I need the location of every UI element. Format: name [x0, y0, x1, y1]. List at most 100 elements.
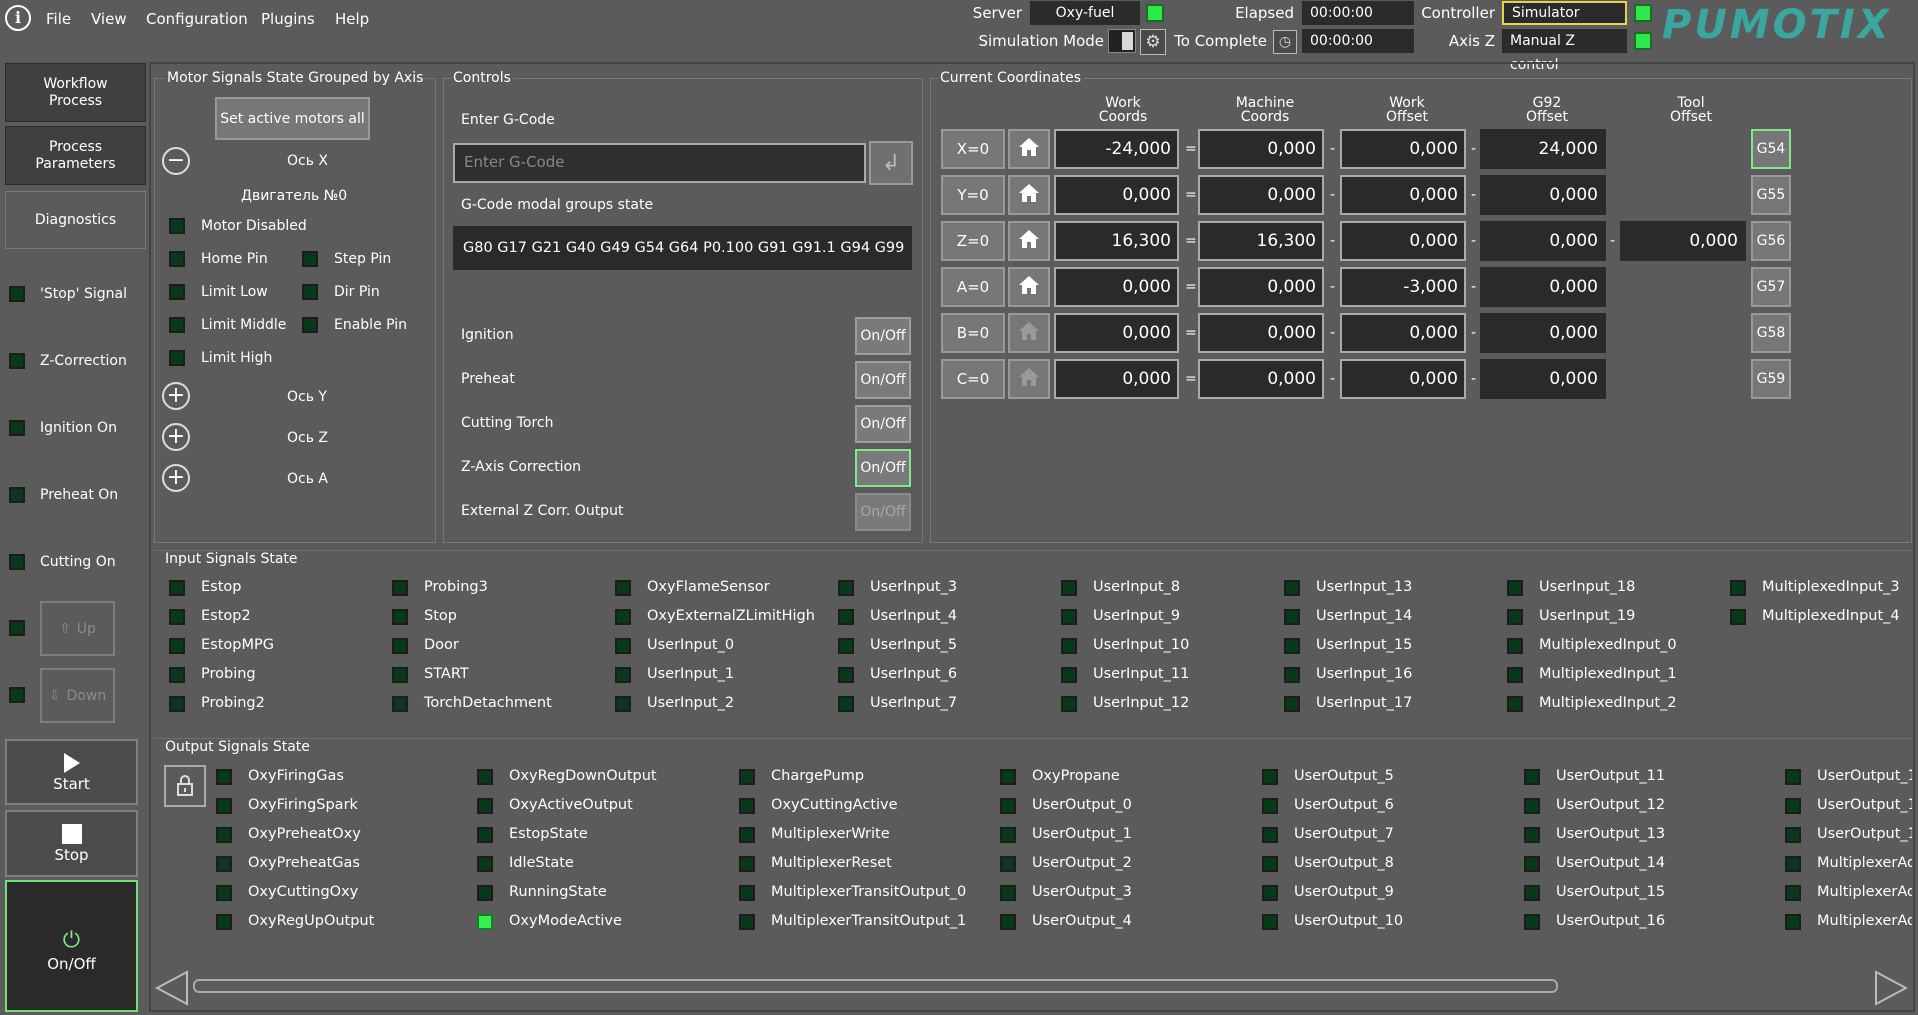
work-offset-value[interactable]: 0,000: [1340, 359, 1466, 399]
output-led-useroutput-12[interactable]: [1524, 798, 1540, 814]
work-coord-value[interactable]: 0,000: [1054, 267, 1179, 307]
down-button[interactable]: ⇩ Down: [40, 668, 115, 723]
onoff-button-cutting-torch[interactable]: On/Off: [855, 405, 911, 443]
menu-file[interactable]: File: [46, 10, 71, 28]
output-led-useroutput-8[interactable]: [1262, 856, 1278, 872]
work-offset-select-g58[interactable]: G58: [1751, 313, 1791, 353]
output-led-multiplexerad[interactable]: [1785, 885, 1801, 901]
stop-button[interactable]: Stop: [5, 810, 138, 877]
up-button[interactable]: ⇧ Up: [40, 601, 115, 656]
server-value[interactable]: Oxy-fuel: [1030, 1, 1140, 25]
zero-axis-button-a-0[interactable]: A=0: [941, 267, 1005, 307]
output-led-useroutput-14[interactable]: [1524, 856, 1540, 872]
work-offset-value[interactable]: 0,000: [1340, 221, 1466, 261]
menu-plugins[interactable]: Plugins: [261, 10, 315, 28]
work-coord-value[interactable]: -24,000: [1054, 129, 1179, 169]
output-led-useroutput-1[interactable]: [1785, 798, 1801, 814]
output-led-oxyactiveoutput[interactable]: [477, 798, 493, 814]
nav-workflow-process[interactable]: Workflow Process: [5, 63, 146, 122]
gcode-input[interactable]: Enter G-Code: [453, 143, 866, 183]
output-led-useroutput-6[interactable]: [1262, 798, 1278, 814]
nav-process-parameters[interactable]: Process Parameters: [5, 126, 146, 185]
output-led-useroutput-2[interactable]: [1000, 856, 1016, 872]
expand-axis-a-icon[interactable]: +: [162, 464, 190, 492]
gear-icon[interactable]: ⚙: [1140, 29, 1166, 55]
work-offset-value[interactable]: 0,000: [1340, 313, 1466, 353]
output-led-estopstate[interactable]: [477, 827, 493, 843]
output-led-oxypropane[interactable]: [1000, 769, 1016, 785]
output-led-oxyregupoutput[interactable]: [216, 914, 232, 930]
output-led-multiplexerad[interactable]: [1785, 856, 1801, 872]
controller-value[interactable]: Simulator: [1502, 1, 1627, 25]
work-coord-value[interactable]: 0,000: [1054, 313, 1179, 353]
work-offset-value[interactable]: 0,000: [1340, 175, 1466, 215]
work-offset-value[interactable]: -3,000: [1340, 267, 1466, 307]
horizontal-scrollbar-thumb[interactable]: [193, 979, 1558, 993]
gcode-submit-button[interactable]: ↲: [869, 141, 913, 185]
axis-z-mode-value[interactable]: Manual Z control: [1502, 29, 1627, 73]
output-led-useroutput-15[interactable]: [1524, 885, 1540, 901]
output-led-runningstate[interactable]: [477, 885, 493, 901]
lock-outputs-button[interactable]: [164, 765, 206, 807]
output-led-useroutput-0[interactable]: [1000, 798, 1016, 814]
zero-axis-button-x-0[interactable]: X=0: [941, 129, 1005, 169]
output-led-useroutput-7[interactable]: [1262, 827, 1278, 843]
work-offset-select-g56[interactable]: G56: [1751, 221, 1791, 261]
home-axis-button[interactable]: [1008, 129, 1050, 169]
output-led-oxyregdownoutput[interactable]: [477, 769, 493, 785]
output-led-multiplexerwrite[interactable]: [739, 827, 755, 843]
menu-configuration[interactable]: Configuration: [146, 10, 248, 28]
zero-axis-button-y-0[interactable]: Y=0: [941, 175, 1005, 215]
info-icon[interactable]: i: [5, 5, 31, 31]
home-axis-button[interactable]: [1008, 313, 1050, 353]
output-led-oxyfiringspark[interactable]: [216, 798, 232, 814]
output-led-oxypreheatoxy[interactable]: [216, 827, 232, 843]
output-led-oxyfiringgas[interactable]: [216, 769, 232, 785]
home-axis-button[interactable]: [1008, 267, 1050, 307]
work-offset-select-g57[interactable]: G57: [1751, 267, 1791, 307]
nav-diagnostics[interactable]: Diagnostics: [5, 191, 146, 249]
output-led-useroutput-1[interactable]: [1000, 827, 1016, 843]
set-active-motors-button[interactable]: Set active motors all: [215, 97, 370, 140]
output-led-useroutput-10[interactable]: [1262, 914, 1278, 930]
work-offset-select-g54[interactable]: G54: [1751, 129, 1791, 169]
work-coord-value[interactable]: 16,300: [1054, 221, 1179, 261]
output-led-oxymodeactive[interactable]: [477, 914, 493, 930]
output-led-useroutput-11[interactable]: [1524, 769, 1540, 785]
output-led-useroutput-5[interactable]: [1262, 769, 1278, 785]
output-led-useroutput-16[interactable]: [1524, 914, 1540, 930]
expand-axis-z-icon[interactable]: +: [162, 423, 190, 451]
work-coord-value[interactable]: 0,000: [1054, 359, 1179, 399]
work-offset-select-g59[interactable]: G59: [1751, 359, 1791, 399]
start-button[interactable]: Start: [5, 739, 138, 805]
scroll-right-button[interactable]: [1874, 970, 1909, 1006]
output-led-multiplexertransitoutput-0[interactable]: [739, 885, 755, 901]
work-coord-value[interactable]: 0,000: [1054, 175, 1179, 215]
home-axis-button[interactable]: [1008, 221, 1050, 261]
home-axis-button[interactable]: [1008, 175, 1050, 215]
output-led-useroutput-4[interactable]: [1000, 914, 1016, 930]
scroll-left-button[interactable]: [154, 970, 189, 1006]
onoff-button-external-z-corr-output[interactable]: On/Off: [855, 493, 911, 531]
work-offset-value[interactable]: 0,000: [1340, 129, 1466, 169]
onoff-button-preheat[interactable]: On/Off: [855, 361, 911, 399]
zero-axis-button-b-0[interactable]: B=0: [941, 313, 1005, 353]
menu-view[interactable]: View: [91, 10, 127, 28]
output-led-useroutput-9[interactable]: [1262, 885, 1278, 901]
work-offset-select-g55[interactable]: G55: [1751, 175, 1791, 215]
home-axis-button[interactable]: [1008, 359, 1050, 399]
output-led-useroutput-1[interactable]: [1785, 769, 1801, 785]
zero-axis-button-z-0[interactable]: Z=0: [941, 221, 1005, 261]
output-led-oxypreheatgas[interactable]: [216, 856, 232, 872]
simulation-mode-toggle[interactable]: [1108, 29, 1136, 53]
output-led-chargepump[interactable]: [739, 769, 755, 785]
menu-help[interactable]: Help: [335, 10, 369, 28]
output-led-multiplexertransitoutput-1[interactable]: [739, 914, 755, 930]
expand-axis-y-icon[interactable]: +: [162, 382, 190, 410]
onoff-button-ignition[interactable]: On/Off: [855, 317, 911, 355]
output-led-oxycuttingactive[interactable]: [739, 798, 755, 814]
output-led-idlestate[interactable]: [477, 856, 493, 872]
power-onoff-button[interactable]: ⏻ On/Off: [5, 880, 138, 1012]
output-led-oxycuttingoxy[interactable]: [216, 885, 232, 901]
zero-axis-button-c-0[interactable]: C=0: [941, 359, 1005, 399]
